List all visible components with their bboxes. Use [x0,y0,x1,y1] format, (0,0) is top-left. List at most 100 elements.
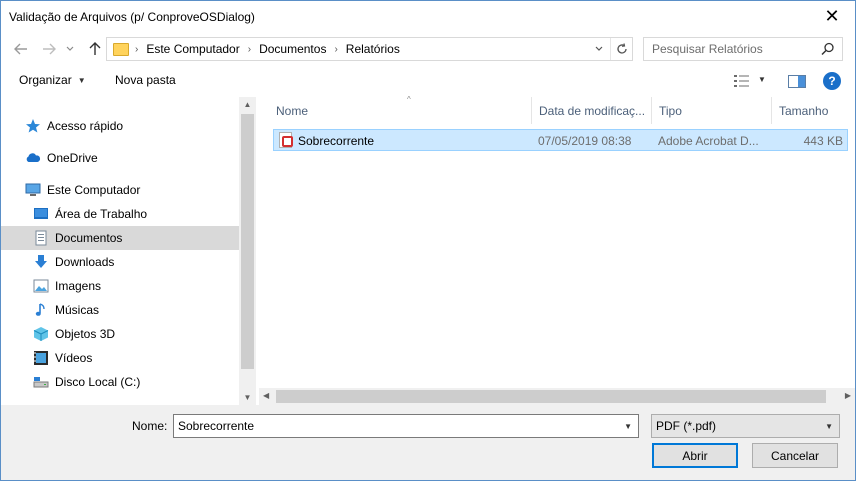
pdf-icon [279,132,293,148]
window-title: Validação de Arquivos (p/ ConproveOSDial… [9,10,255,24]
nav-item-label: Acesso rápido [47,119,124,133]
column-header-label: Data de modificaç... [539,103,646,118]
nav-item-quick-access[interactable]: Acesso rápido [1,114,239,138]
cube-icon [33,327,49,341]
column-header-type[interactable]: Tipo [652,97,772,124]
chevron-down-icon[interactable]: ▼ [624,422,632,431]
nav-item-label: Downloads [55,255,115,269]
nav-item-onedrive[interactable]: OneDrive [1,146,239,170]
help-icon[interactable]: ? [823,72,841,90]
search-icon[interactable] [820,41,836,57]
organize-button[interactable]: Organizar ▼ [19,73,86,87]
breadcrumb-separator-icon[interactable]: › [334,44,337,55]
sort-ascending-icon: ^ [407,95,411,104]
file-type-select[interactable]: PDF (*.pdf) ▼ [651,414,840,438]
address-dropdown-button[interactable] [590,38,608,60]
forward-button[interactable] [39,38,59,60]
refresh-button[interactable] [610,38,632,60]
nav-item-label: Vídeos [55,351,93,365]
nav-item-downloads[interactable]: Downloads [1,250,239,274]
horizontal-scrollbar[interactable]: ◀ ▶ [259,388,855,405]
column-header-label: Nome [276,103,309,118]
image-icon [33,279,49,293]
preview-pane-icon[interactable] [788,75,806,88]
arrow-left-icon [14,43,27,55]
nav-item-pictures[interactable]: Imagens [1,274,239,298]
breadcrumb: › Este Computador › Documentos › Relatór… [135,42,400,56]
nav-item-label: Imagens [55,279,102,293]
arrow-right-icon [43,43,56,55]
cloud-icon [26,153,41,162]
close-icon: ✕ [824,5,840,26]
column-header-label: Tipo [659,103,682,118]
breadcrumb-separator-icon: › [135,43,139,55]
search-input[interactable] [652,42,822,56]
arrow-up-icon [89,42,101,55]
refresh-icon [616,43,627,54]
video-icon [34,351,48,365]
organize-label: Organizar [19,73,72,87]
nav-item-label: Músicas [55,303,100,317]
cancel-button[interactable]: Cancelar [752,443,838,468]
nav-item-local-disk[interactable]: Disco Local (C:) [1,370,239,394]
column-header-label: Tamanho [779,103,829,118]
column-header-modified[interactable]: Data de modificaç... [532,97,652,124]
file-name-input[interactable] [178,419,608,433]
navigation-pane: Acesso rápido OneDrive Este Computador Á… [1,97,257,405]
nav-item-label: Objetos 3D [55,327,116,341]
nav-item-desktop[interactable]: Área de Trabalho [1,202,239,226]
new-folder-button[interactable]: Nova pasta [115,73,176,87]
nav-item-documents[interactable]: Documentos [1,226,239,250]
address-row: › Este Computador › Documentos › Relatór… [1,34,855,64]
scroll-left-icon[interactable]: ◀ [263,391,269,400]
column-header-name[interactable]: ^ Nome [269,95,532,124]
file-size: 443 KB [803,134,843,148]
table-row[interactable]: Sobrecorrente 07/05/2019 08:38 Adobe Acr… [273,129,848,151]
nav-item-3d-objects[interactable]: Objetos 3D [1,322,239,346]
nav-item-label: OneDrive [47,151,98,165]
nav-item-music[interactable]: Músicas [1,298,239,322]
folder-icon [113,42,129,56]
scroll-right-icon[interactable]: ▶ [845,391,851,400]
nav-item-label: Área de Trabalho [55,207,148,221]
file-type-value: PDF (*.pdf) [656,419,717,433]
file-name-label: Nome: [132,419,168,433]
drive-icon [33,377,49,388]
breadcrumb-item-reports[interactable]: Relatórios [346,42,400,56]
search-box[interactable] [643,37,843,61]
nav-scrollbar[interactable]: ▲ ▼ [239,97,256,405]
view-options-icon[interactable] [734,74,750,88]
chevron-down-icon: ▼ [825,422,833,431]
breadcrumb-item-computer[interactable]: Este Computador [146,42,239,56]
desktop-icon [34,208,48,219]
recent-locations-button[interactable] [63,38,77,60]
open-button[interactable]: Abrir [652,443,738,468]
star-icon [26,119,40,133]
command-bar: Organizar ▼ Nova pasta ▼ ? [1,67,855,95]
scrollbar-thumb[interactable] [241,114,254,369]
new-folder-label: Nova pasta [115,73,176,87]
music-icon [35,303,45,316]
file-dialog: Validação de Arquivos (p/ ConproveOSDial… [0,0,856,481]
file-name-combobox[interactable]: ▼ [173,414,639,438]
nav-item-videos[interactable]: Vídeos [1,346,239,370]
nav-item-label: Este Computador [47,183,141,197]
file-list: ^ Nome Data de modificaç... Tipo Tamanho… [259,95,855,405]
close-button[interactable]: ✕ [809,1,855,31]
nav-item-label: Disco Local (C:) [55,375,141,389]
nav-item-this-pc[interactable]: Este Computador [1,178,239,202]
download-icon [35,255,47,268]
computer-icon [25,183,41,196]
column-header-size[interactable]: Tamanho [772,97,848,124]
title-bar: Validação de Arquivos (p/ ConproveOSDial… [1,1,855,32]
breadcrumb-separator-icon[interactable]: › [248,44,251,55]
scroll-up-icon[interactable]: ▲ [239,100,256,109]
breadcrumb-item-documents[interactable]: Documentos [259,42,326,56]
address-bar[interactable]: › Este Computador › Documentos › Relatór… [106,37,633,61]
scroll-down-icon[interactable]: ▼ [239,393,256,402]
dialog-footer: Nome: ▼ PDF (*.pdf) ▼ Abrir Cancelar [1,405,855,480]
view-dropdown-icon[interactable]: ▼ [758,75,766,84]
back-button[interactable] [11,38,31,60]
up-button[interactable] [85,38,105,60]
scrollbar-thumb[interactable] [276,390,826,403]
